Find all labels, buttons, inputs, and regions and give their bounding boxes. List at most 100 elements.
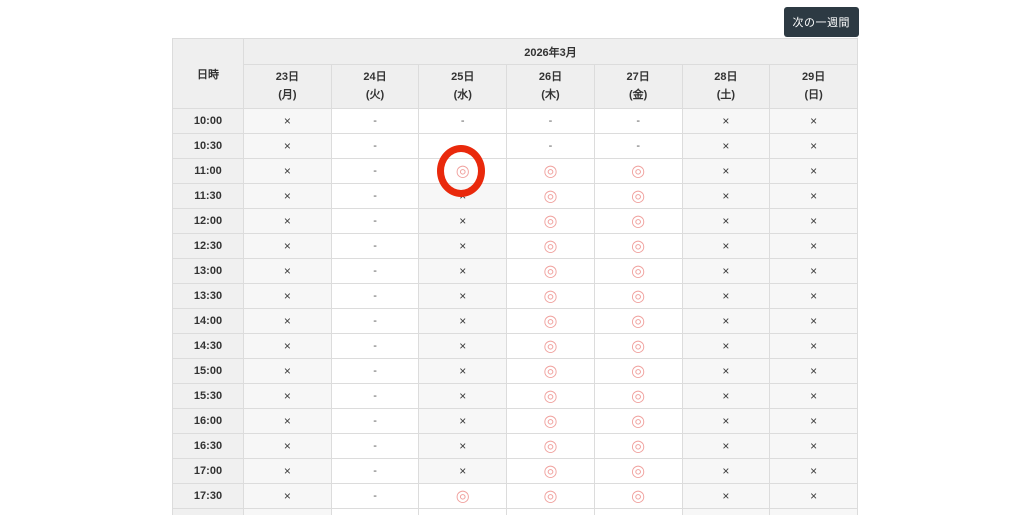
day-weekday: (火) xyxy=(365,88,385,101)
slot-cell-1430-day2: × xyxy=(418,333,508,359)
slot-cell-1400-day6: × xyxy=(769,308,858,334)
time-label: 12:00 xyxy=(172,208,244,234)
slot-cell-1800-day6: × xyxy=(769,508,858,515)
slot-cell-1500-day1: - xyxy=(330,358,420,384)
availability-table: 日時 2026年3月 23日 (月) 24日 (火) 25日 (水) 26日 (木) 27日 (金… xyxy=(172,38,858,515)
time-label: 11:30 xyxy=(172,183,244,209)
slot-cell-1430-day3[interactable]: ◎ xyxy=(506,333,595,359)
time-label: 14:00 xyxy=(172,308,244,334)
slot-cell-1000-day5: × xyxy=(681,108,771,134)
time-label: 16:00 xyxy=(172,408,244,434)
day-date: 24日 xyxy=(363,70,387,83)
slot-cell-1430-day4[interactable]: ◎ xyxy=(593,333,683,359)
day-date: 27日 xyxy=(626,70,650,83)
time-row-1730: 17:30 × - ◎ ◎ ◎ × × xyxy=(172,483,858,509)
slot-cell-1500-day6: × xyxy=(769,358,858,384)
slot-cell-1430-day0: × xyxy=(243,333,332,359)
slot-cell-1700-day5: × xyxy=(681,458,771,484)
slot-cell-1200-day6: × xyxy=(769,208,858,234)
slot-cell-1730-day1: - xyxy=(330,483,420,509)
slot-cell-1000-day2: - xyxy=(418,108,508,134)
day-weekday: (日) xyxy=(804,88,823,101)
slot-cell-1800-day2[interactable]: ◎ xyxy=(418,508,508,515)
slot-cell-1500-day4[interactable]: ◎ xyxy=(593,358,683,384)
slot-cell-1600-day1: - xyxy=(330,408,420,434)
time-label: 11:00 xyxy=(172,158,244,184)
slot-cell-1230-day1: - xyxy=(330,233,420,259)
slot-cell-1300-day3[interactable]: ◎ xyxy=(506,258,595,284)
slot-cell-1400-day5: × xyxy=(681,308,771,334)
slot-cell-1500-day2: × xyxy=(418,358,508,384)
slot-cell-1200-day4[interactable]: ◎ xyxy=(593,208,683,234)
slot-cell-1400-day0: × xyxy=(243,308,332,334)
slot-cell-1400-day4[interactable]: ◎ xyxy=(593,308,683,334)
slot-cell-1030-day5: × xyxy=(681,133,771,159)
slot-cell-1730-day4[interactable]: ◎ xyxy=(593,483,683,509)
slot-cell-1530-day1: - xyxy=(330,383,420,409)
slot-cell-1600-day4[interactable]: ◎ xyxy=(593,408,683,434)
slot-cell-1100-day0: × xyxy=(243,158,332,184)
slot-cell-1100-day6: × xyxy=(769,158,858,184)
slot-cell-1700-day3[interactable]: ◎ xyxy=(506,458,595,484)
slot-cell-1230-day3[interactable]: ◎ xyxy=(506,233,595,259)
day-header-29: 29日 (日) xyxy=(769,64,858,109)
slot-cell-1430-day1: - xyxy=(330,333,420,359)
slot-cell-1500-day3[interactable]: ◎ xyxy=(506,358,595,384)
slot-cell-1030-day1: - xyxy=(330,133,420,159)
month-header: 2026年3月 xyxy=(243,38,858,65)
time-row-1030: 10:30 × - - - - × × xyxy=(172,133,858,159)
slot-cell-1630-day2: × xyxy=(418,433,508,459)
slot-cell-1430-day5: × xyxy=(681,333,771,359)
slot-cell-1330-day3[interactable]: ◎ xyxy=(506,283,595,309)
slot-cell-1800-day5: × xyxy=(681,508,771,515)
slot-cell-1030-day3: - xyxy=(506,133,595,159)
time-row-1200: 12:00 × - × ◎ ◎ × × xyxy=(172,208,858,234)
slot-cell-1000-day3: - xyxy=(506,108,595,134)
slot-cell-1630-day4[interactable]: ◎ xyxy=(593,433,683,459)
slot-cell-1630-day3[interactable]: ◎ xyxy=(506,433,595,459)
slot-cell-1530-day4[interactable]: ◎ xyxy=(593,383,683,409)
slot-cell-1200-day3[interactable]: ◎ xyxy=(506,208,595,234)
slot-cell-1700-day4[interactable]: ◎ xyxy=(593,458,683,484)
day-header-27: 27日 (金) xyxy=(593,64,683,109)
slot-cell-1730-day2[interactable]: ◎ xyxy=(418,483,508,509)
next-week-button[interactable]: 次の一週間 xyxy=(783,7,859,37)
slot-cell-1100-day4[interactable]: ◎ xyxy=(593,158,683,184)
slot-cell-1130-day6: × xyxy=(769,183,858,209)
time-row-1500: 15:00 × - × ◎ ◎ × × xyxy=(172,358,858,384)
time-label: 18:00 xyxy=(172,508,244,515)
slot-cell-1430-day6: × xyxy=(769,333,858,359)
slot-cell-1130-day3[interactable]: ◎ xyxy=(506,183,595,209)
slot-cell-1800-day3[interactable]: ◎ xyxy=(506,508,595,515)
day-date: 29日 xyxy=(801,70,826,83)
slot-cell-1230-day2: × xyxy=(418,233,508,259)
slot-cell-1330-day2: × xyxy=(418,283,508,309)
slot-cell-1800-day4[interactable]: ◎ xyxy=(593,508,683,515)
slot-cell-1230-day4[interactable]: ◎ xyxy=(593,233,683,259)
slot-cell-1600-day3[interactable]: ◎ xyxy=(506,408,595,434)
time-label: 15:30 xyxy=(172,383,244,409)
slot-cell-1100-day2[interactable]: ◎ xyxy=(418,158,508,184)
time-row-1130: 11:30 × - × ◎ ◎ × × xyxy=(172,183,858,209)
slot-cell-1130-day0: × xyxy=(243,183,332,209)
slot-cell-1030-day0: × xyxy=(243,133,332,159)
slot-cell-1000-day0: × xyxy=(243,108,332,134)
slot-cell-1130-day4[interactable]: ◎ xyxy=(593,183,683,209)
slot-cell-1400-day2: × xyxy=(418,308,508,334)
slot-cell-1100-day3[interactable]: ◎ xyxy=(506,158,595,184)
slot-cell-1730-day5: × xyxy=(681,483,771,509)
slot-cell-1730-day3[interactable]: ◎ xyxy=(506,483,595,509)
slot-cell-1330-day6: × xyxy=(769,283,858,309)
slot-cell-1300-day4[interactable]: ◎ xyxy=(593,258,683,284)
slot-cell-1700-day6: × xyxy=(769,458,858,484)
slot-cell-1400-day3[interactable]: ◎ xyxy=(506,308,595,334)
time-label: 13:30 xyxy=(172,283,244,309)
time-row-1600: 16:00 × - × ◎ ◎ × × xyxy=(172,408,858,434)
slot-cell-1530-day3[interactable]: ◎ xyxy=(506,383,595,409)
slot-cell-1530-day5: × xyxy=(681,383,771,409)
time-row-1700: 17:00 × - × ◎ ◎ × × xyxy=(172,458,858,484)
slot-cell-1330-day4[interactable]: ◎ xyxy=(593,283,683,309)
time-row-1530: 15:30 × - × ◎ ◎ × × xyxy=(172,383,858,409)
day-weekday: (土) xyxy=(716,88,736,101)
slot-cell-1730-day6: × xyxy=(769,483,858,509)
